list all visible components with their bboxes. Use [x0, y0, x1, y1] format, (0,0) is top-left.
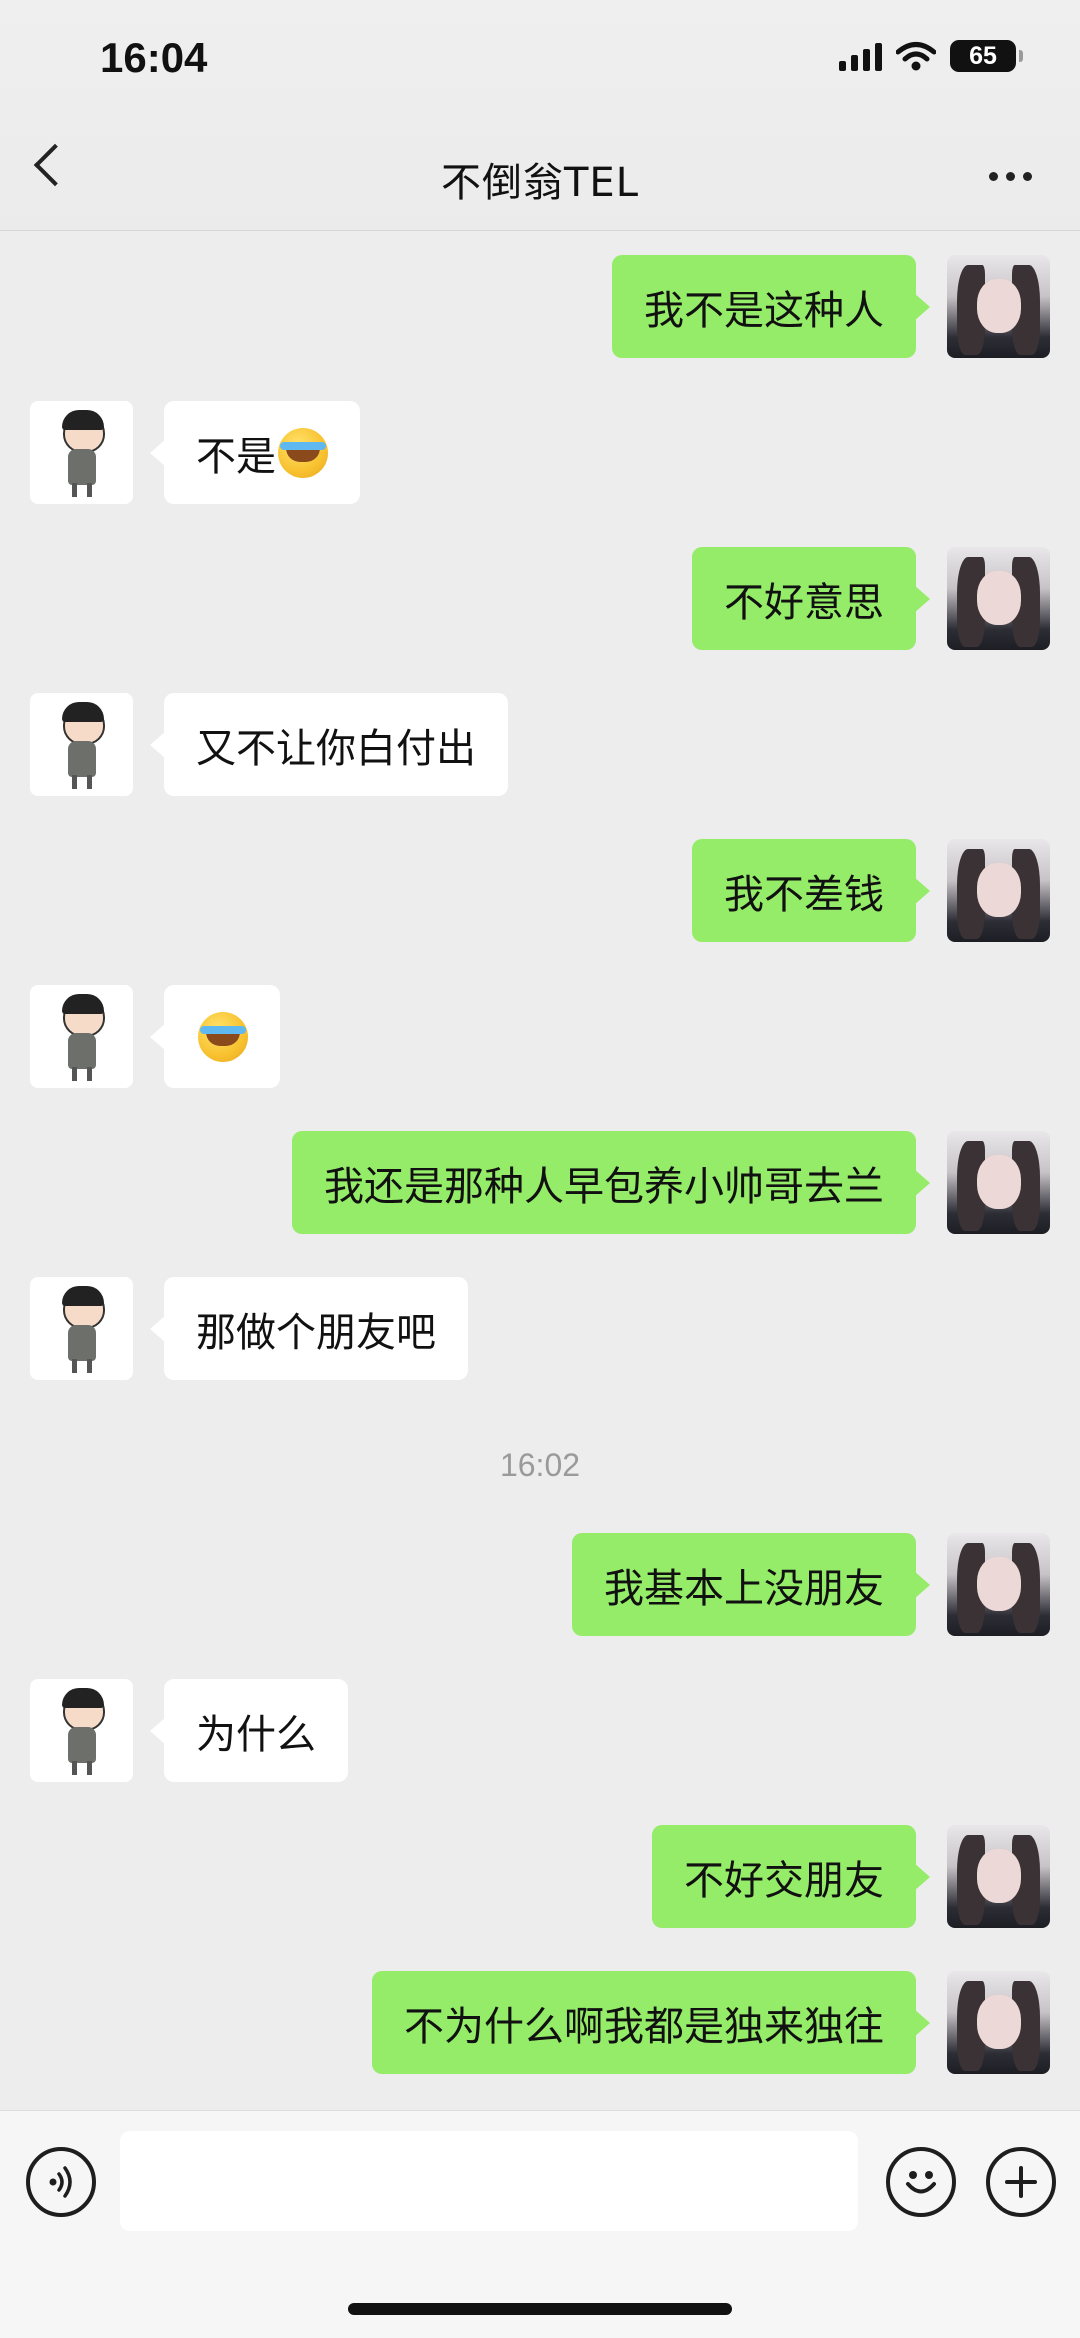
message-row: 为什么: [0, 1679, 1080, 1782]
smiley-face-icon: [906, 2171, 936, 2194]
message-text: 我基本上没朋友: [604, 1565, 884, 1612]
battery-level: 65: [969, 41, 997, 70]
message-bubble[interactable]: 又不让你白付出: [150, 693, 508, 796]
contact-avatar[interactable]: [30, 401, 133, 504]
plus-glyph-icon: [1005, 2166, 1037, 2198]
contact-avatar[interactable]: [30, 1277, 133, 1380]
message-text: 不为什么啊我都是独来独往: [404, 2003, 884, 2050]
top-bar: 16:04 65 不倒翁TEL: [0, 0, 1080, 231]
message-bubble[interactable]: 我不是这种人: [612, 255, 930, 358]
message-row: 我基本上没朋友: [0, 1533, 1080, 1636]
message-bubble[interactable]: [150, 985, 280, 1088]
message-row: 不为什么啊我都是独来独往: [0, 1971, 1080, 2074]
message-bubble[interactable]: 不好意思: [692, 547, 930, 650]
cellular-signal-icon: [839, 41, 882, 71]
message-bubble[interactable]: 我不差钱: [692, 839, 930, 942]
plus-icon[interactable]: [986, 2147, 1056, 2217]
home-indicator[interactable]: [348, 2303, 732, 2315]
message-bubble[interactable]: 我还是那种人早包养小帅哥去兰: [292, 1131, 930, 1234]
my-avatar[interactable]: [947, 1825, 1050, 1928]
message-row: 又不让你白付出: [0, 693, 1080, 796]
laugh-cry-emoji-icon: [278, 427, 328, 478]
message-text: 我不差钱: [724, 871, 884, 918]
message-bubble[interactable]: 为什么: [150, 1679, 348, 1782]
message-bubble[interactable]: 不是: [150, 401, 360, 504]
wifi-icon: [896, 42, 936, 71]
message-row: 不好交朋友: [0, 1825, 1080, 1928]
my-avatar[interactable]: [947, 1971, 1050, 2074]
my-avatar[interactable]: [947, 839, 1050, 942]
message-text: 我还是那种人早包养小帅哥去兰: [324, 1163, 884, 1210]
message-text: 那做个朋友吧: [196, 1309, 436, 1356]
my-avatar[interactable]: [947, 1533, 1050, 1636]
message-text: 不好交朋友: [684, 1857, 884, 1904]
message-bubble[interactable]: 我基本上没朋友: [572, 1533, 930, 1636]
message-text: 不好意思: [724, 579, 884, 626]
message-bubble[interactable]: 不为什么啊我都是独来独往: [372, 1971, 930, 2074]
contact-avatar[interactable]: [30, 1679, 133, 1782]
message-row: 不好意思: [0, 547, 1080, 650]
message-text: 我不是这种人: [644, 287, 884, 334]
more-options-icon[interactable]: [989, 172, 1032, 181]
input-bar: [0, 2110, 1080, 2338]
message-row: [0, 985, 1080, 1088]
my-avatar[interactable]: [947, 1131, 1050, 1234]
message-row: 我不是这种人: [0, 255, 1080, 358]
message-input[interactable]: [120, 2131, 858, 2231]
chat-title: 不倒翁TEL: [441, 160, 639, 206]
voice-wave-icon: [49, 2166, 72, 2198]
chat-area[interactable]: 我不是这种人 不是 不好意思 又不让你白付出 我不差钱 我还是那种人早包养小帅哥…: [0, 231, 1080, 2111]
my-avatar[interactable]: [947, 547, 1050, 650]
status-time: 16:04: [100, 34, 208, 81]
status-indicators: 65: [839, 40, 1023, 72]
laugh-cry-emoji-icon: [198, 1011, 248, 1062]
message-bubble[interactable]: 不好交朋友: [652, 1825, 930, 1928]
message-row: 那做个朋友吧: [0, 1277, 1080, 1380]
contact-avatar[interactable]: [30, 693, 133, 796]
emoji-icon[interactable]: [886, 2147, 956, 2217]
my-avatar[interactable]: [947, 255, 1050, 358]
battery-icon: 65: [950, 40, 1023, 72]
chat-timestamp: 16:02: [499, 1447, 581, 1483]
contact-avatar[interactable]: [30, 985, 133, 1088]
message-bubble[interactable]: 那做个朋友吧: [150, 1277, 468, 1380]
message-text: 不是: [196, 433, 276, 480]
message-row: 我还是那种人早包养小帅哥去兰: [0, 1131, 1080, 1234]
message-text: 又不让你白付出: [196, 725, 476, 772]
voice-icon[interactable]: [26, 2147, 96, 2217]
message-row: 不是: [0, 401, 1080, 504]
message-row: 我不差钱: [0, 839, 1080, 942]
message-text: 为什么: [196, 1711, 316, 1758]
